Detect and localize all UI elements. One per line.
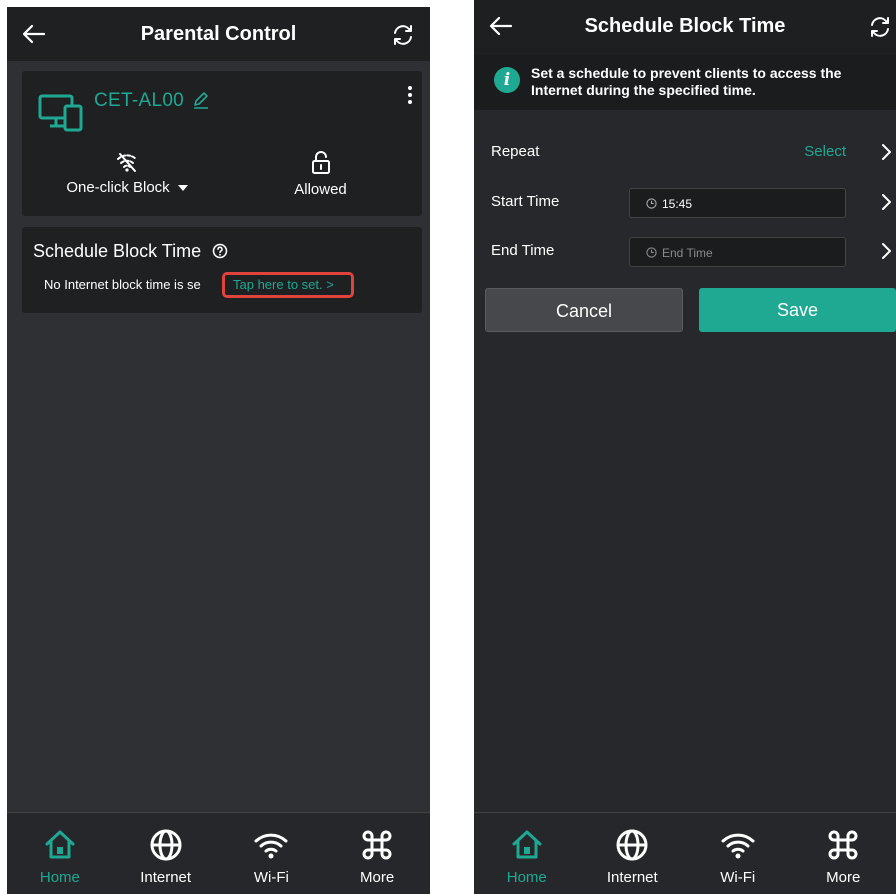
devices-icon bbox=[38, 94, 83, 132]
refresh-icon[interactable] bbox=[390, 22, 416, 48]
save-button[interactable]: Save bbox=[699, 288, 896, 332]
chevron-right-icon[interactable] bbox=[880, 143, 892, 161]
schedule-card: Schedule Block Time No Internet block ti… bbox=[22, 227, 422, 313]
parental-control-screen: Parental Control CET-AL00 One-click Bloc… bbox=[7, 7, 430, 894]
clock-icon bbox=[646, 198, 657, 209]
info-icon: i bbox=[494, 67, 520, 93]
repeat-row[interactable]: Repeat Select bbox=[474, 135, 896, 171]
nav-internet[interactable]: Internet bbox=[113, 813, 219, 894]
nav-wifi-label: Wi-Fi bbox=[720, 869, 756, 886]
end-time-placeholder: End Time bbox=[662, 246, 713, 260]
globe-icon bbox=[150, 829, 182, 861]
nav-wifi[interactable]: Wi-Fi bbox=[219, 813, 325, 894]
end-time-row: End Time End Time bbox=[474, 234, 896, 270]
nav-home[interactable]: Home bbox=[7, 813, 113, 894]
top-bar: Schedule Block Time bbox=[474, 0, 896, 55]
nav-internet-label: Internet bbox=[606, 869, 658, 886]
schedule-block-time-screen: Schedule Block Time i Set a schedule to … bbox=[474, 0, 896, 894]
nav-more[interactable]: More bbox=[324, 813, 430, 894]
status-indicator: Allowed bbox=[248, 151, 393, 198]
refresh-icon[interactable] bbox=[867, 14, 893, 40]
one-click-block-button[interactable]: One-click Block bbox=[52, 151, 202, 196]
edit-icon[interactable] bbox=[192, 91, 210, 109]
nav-home-label: Home bbox=[506, 869, 547, 886]
chevron-right-icon[interactable] bbox=[880, 242, 892, 260]
nav-more[interactable]: More bbox=[791, 813, 896, 894]
start-time-label: Start Time bbox=[491, 193, 560, 210]
device-name: CET-AL00 bbox=[94, 90, 185, 111]
home-icon bbox=[45, 830, 75, 859]
top-bar: Parental Control bbox=[7, 7, 430, 61]
nav-wifi[interactable]: Wi-Fi bbox=[685, 813, 791, 894]
nav-more-label: More bbox=[360, 869, 395, 886]
one-click-block-label: One-click Block bbox=[66, 179, 170, 196]
home-icon bbox=[512, 830, 542, 859]
wifi-icon bbox=[721, 833, 755, 859]
device-card: CET-AL00 One-click Block Allowed bbox=[22, 71, 422, 216]
repeat-label: Repeat bbox=[491, 143, 540, 160]
chevron-right-icon[interactable] bbox=[880, 193, 892, 211]
status-label: Allowed bbox=[294, 181, 347, 198]
page-title: Schedule Block Time bbox=[584, 15, 786, 37]
nav-more-label: More bbox=[826, 869, 861, 886]
chevron-down-icon bbox=[177, 185, 188, 192]
start-time-row: Start Time 15:45 bbox=[474, 185, 896, 221]
repeat-select-link[interactable]: Select bbox=[804, 143, 846, 160]
wifi-off-icon bbox=[117, 153, 137, 172]
page-title: Parental Control bbox=[140, 23, 297, 45]
end-time-input[interactable]: End Time bbox=[629, 237, 846, 267]
nav-internet[interactable]: Internet bbox=[580, 813, 686, 894]
wifi-icon bbox=[254, 833, 288, 859]
schedule-title: Schedule Block Time bbox=[33, 241, 202, 261]
clock-icon bbox=[646, 247, 657, 258]
tap-here-to-set-link[interactable]: Tap here to set. > bbox=[222, 272, 354, 298]
start-time-value: 15:45 bbox=[662, 197, 693, 211]
info-text: Set a schedule to prevent clients to acc… bbox=[531, 65, 842, 98]
globe-icon bbox=[616, 829, 648, 861]
command-icon bbox=[362, 830, 392, 860]
command-icon bbox=[828, 830, 858, 860]
bottom-nav: Home Internet Wi-Fi More bbox=[474, 812, 896, 894]
no-schedule-message: No Internet block time is se bbox=[44, 277, 201, 292]
unlock-icon bbox=[311, 151, 330, 174]
more-options-icon[interactable] bbox=[406, 85, 414, 105]
schedule-title-row: Schedule Block Time bbox=[33, 241, 228, 262]
cancel-button[interactable]: Cancel bbox=[485, 288, 683, 332]
nav-home-label: Home bbox=[39, 869, 80, 886]
info-banner: i Set a schedule to prevent clients to a… bbox=[474, 55, 896, 110]
nav-internet-label: Internet bbox=[140, 869, 192, 886]
bottom-nav: Home Internet Wi-Fi More bbox=[7, 812, 430, 894]
end-time-label: End Time bbox=[491, 242, 555, 259]
help-icon[interactable] bbox=[212, 243, 228, 259]
start-time-input[interactable]: 15:45 bbox=[629, 188, 846, 218]
nav-wifi-label: Wi-Fi bbox=[253, 869, 289, 886]
nav-home[interactable]: Home bbox=[474, 813, 580, 894]
